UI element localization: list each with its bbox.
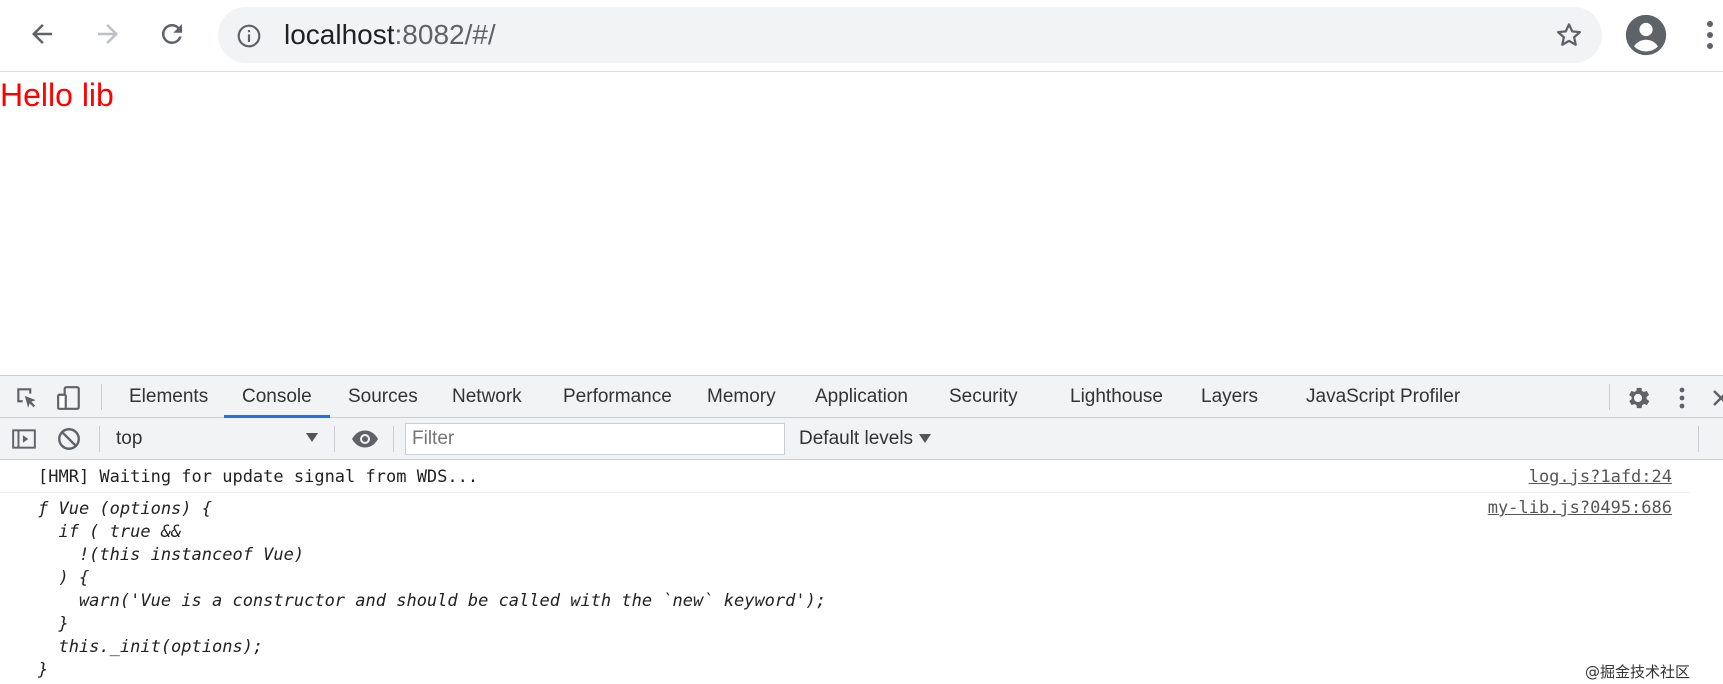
context-value: top	[116, 428, 143, 449]
chevron-down-icon	[919, 434, 932, 444]
eye-icon[interactable]	[350, 426, 380, 452]
context-selector[interactable]: top	[104, 418, 326, 460]
console-source-link[interactable]: log.js?1afd:24	[1529, 467, 1672, 487]
function-source[interactable]: ƒ Vue (options) { if ( true && !(this in…	[38, 498, 826, 682]
code-line: this._init(options);	[38, 637, 264, 657]
code-line: }	[38, 614, 69, 634]
toolbar-divider	[101, 384, 102, 410]
back-arrow-icon[interactable]	[22, 14, 62, 54]
tab-console[interactable]: Console	[224, 376, 330, 418]
log-levels-dropdown[interactable]: Default levels	[799, 428, 932, 450]
devtools-panel: Elements Console Sources Network Perform…	[0, 375, 1723, 684]
code-line: warn('Vue is a constructor and should be…	[38, 591, 827, 611]
code-line: ƒ Vue (options) {	[38, 499, 212, 519]
info-icon[interactable]	[236, 23, 262, 49]
sidebar-toggle-icon[interactable]	[11, 426, 37, 452]
forward-arrow-icon[interactable]	[88, 14, 128, 54]
inspect-element-icon[interactable]	[14, 385, 40, 411]
tab-layers[interactable]: Layers	[1201, 376, 1258, 418]
tab-elements[interactable]: Elements	[129, 376, 208, 418]
devtools-tabbar: Elements Console Sources Network Perform…	[0, 376, 1723, 418]
address-bar[interactable]: localhost:8082/#/	[218, 7, 1602, 63]
account-icon[interactable]	[1624, 13, 1668, 57]
console-output: [HMR] Waiting for update signal from WDS…	[0, 461, 1723, 684]
console-message: [HMR] Waiting for update signal from WDS…	[0, 461, 1690, 493]
url-path: :8082/#/	[394, 19, 496, 50]
url-host: localhost	[284, 19, 395, 50]
code-line: if ( true &&	[38, 522, 182, 542]
tab-performance[interactable]: Performance	[563, 376, 672, 418]
watermark: @掘金技术社区	[1585, 663, 1691, 681]
toolbar-divider	[393, 426, 394, 452]
page-viewport: Hello lib	[0, 73, 1723, 375]
console-message: ƒ Vue (options) { if ( true && !(this in…	[0, 494, 1690, 684]
toolbar-divider	[1698, 426, 1699, 452]
tab-security[interactable]: Security	[949, 376, 1018, 418]
gear-icon[interactable]	[1624, 384, 1652, 412]
log-levels-label: Default levels	[799, 428, 914, 449]
console-toolbar: top Default levels	[0, 418, 1723, 460]
url-text[interactable]: localhost:8082/#/	[284, 19, 496, 51]
tab-javascript-profiler[interactable]: JavaScript Profiler	[1306, 376, 1460, 418]
close-icon[interactable]	[1708, 385, 1723, 411]
toolbar-divider	[1609, 384, 1610, 410]
code-line: }	[38, 660, 49, 680]
star-icon[interactable]	[1554, 20, 1584, 50]
filter-input[interactable]	[405, 423, 785, 455]
tab-network[interactable]: Network	[452, 376, 522, 418]
tab-application[interactable]: Application	[815, 376, 908, 418]
tab-lighthouse[interactable]: Lighthouse	[1070, 376, 1163, 418]
browser-toolbar: localhost:8082/#/	[0, 0, 1723, 72]
console-source-link[interactable]: my-lib.js?0495:686	[1488, 498, 1672, 518]
chevron-down-icon	[306, 433, 318, 442]
toolbar-divider	[99, 426, 100, 452]
devtools-menu-icon[interactable]	[1672, 385, 1692, 411]
reload-icon[interactable]	[152, 14, 192, 54]
code-line: ) {	[38, 568, 90, 588]
more-vert-icon[interactable]	[1698, 17, 1722, 53]
device-toolbar-icon[interactable]	[56, 385, 82, 411]
tab-sources[interactable]: Sources	[348, 376, 418, 418]
tab-memory[interactable]: Memory	[707, 376, 776, 418]
page-heading: Hello lib	[0, 77, 114, 113]
code-line: !(this instanceof Vue)	[38, 545, 305, 565]
toolbar-divider	[334, 426, 335, 452]
console-scrollbar[interactable]	[1690, 461, 1723, 684]
clear-console-icon[interactable]	[56, 426, 82, 452]
console-message-text: [HMR] Waiting for update signal from WDS…	[38, 467, 479, 487]
